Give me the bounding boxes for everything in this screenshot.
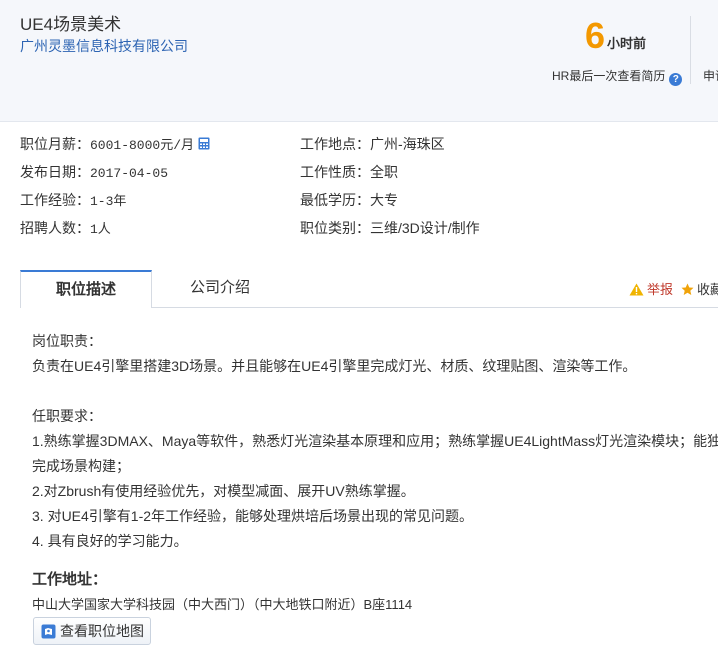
job-nature-value: 全职 bbox=[370, 164, 398, 180]
location-label: 工作地点： bbox=[300, 136, 370, 152]
hr-view-desc-text: HR最后一次查看简历 bbox=[552, 69, 666, 83]
company-link[interactable]: 广州灵墨信息科技有限公司 bbox=[20, 36, 188, 56]
header-divider bbox=[690, 16, 691, 84]
category-row: 职位类别：三维/3D设计/制作 bbox=[300, 218, 480, 238]
view-map-label: 查看职位地图 bbox=[60, 623, 144, 639]
calculator-icon[interactable] bbox=[198, 137, 210, 150]
apply-button[interactable]: 申请 bbox=[703, 67, 718, 84]
job-title: UE4场景美术 bbox=[20, 15, 122, 34]
report-label: 举报 bbox=[647, 282, 674, 297]
job-nature-label: 工作性质： bbox=[300, 164, 370, 180]
education-value: 大专 bbox=[370, 192, 398, 208]
help-icon[interactable]: ? bbox=[669, 73, 683, 86]
headcount-label: 招聘人数： bbox=[20, 220, 90, 236]
duty-line: 负责在UE4引擎里搭建3D场景。并且能够在UE4引擎里完成灯光、材质、纹理贴图、… bbox=[32, 358, 637, 374]
requirement-1a: 1.熟练掌握3DMAX、Maya等软件，熟悉灯光渲染基本原理和应用；熟练掌握UE… bbox=[32, 433, 718, 449]
duty-title: 岗位职责： bbox=[32, 333, 102, 349]
publish-date-value: 2017-04-05 bbox=[90, 166, 169, 181]
requirement-2: 2.对Zbrush有使用经验优先，对模型减面、展开UV熟练掌握。 bbox=[32, 483, 415, 499]
requirement-title: 任职要求： bbox=[32, 408, 102, 424]
location-value[interactable]: 广州-海珠区 bbox=[370, 136, 445, 152]
requirement-1b: 完成场景构建； bbox=[32, 458, 130, 474]
education-row: 最低学历：大专 bbox=[300, 190, 398, 210]
experience-row: 工作经验：1-3年 bbox=[20, 190, 126, 210]
tab-job-description[interactable]: 职位描述 bbox=[20, 270, 152, 308]
salary-label: 职位月薪： bbox=[20, 136, 90, 152]
education-label: 最低学历： bbox=[300, 192, 370, 208]
experience-value: 1-3年 bbox=[90, 194, 127, 209]
star-icon bbox=[681, 283, 694, 295]
hr-hours-number: 6 bbox=[584, 15, 605, 56]
map-icon bbox=[41, 624, 56, 639]
collect-link[interactable]: 收藏 bbox=[681, 279, 718, 298]
salary-value: 6001-8000元/月 bbox=[90, 138, 195, 153]
salary-row: 职位月薪：6001-8000元/月 bbox=[20, 134, 210, 154]
hr-view-time: 6 小时前 bbox=[548, 14, 683, 58]
experience-label: 工作经验： bbox=[20, 192, 90, 208]
category-value[interactable]: 三维/3D设计/制作 bbox=[370, 220, 480, 236]
work-address-title: 工作地址： bbox=[32, 571, 108, 588]
hr-hours-unit: 小时前 bbox=[607, 36, 647, 51]
category-label: 职位类别： bbox=[300, 220, 370, 236]
publish-date-row: 发布日期：2017-04-05 bbox=[20, 162, 168, 182]
work-address: 中山大学国家大学科技园（中大西门）（中大地铁口附近）B座1114 bbox=[32, 597, 413, 612]
headcount-value: 1人 bbox=[90, 222, 111, 237]
requirement-4: 4. 具有良好的学习能力。 bbox=[32, 533, 188, 549]
view-map-button[interactable]: 查看职位地图 bbox=[33, 617, 151, 645]
location-row: 工作地点：广州-海珠区 bbox=[300, 134, 445, 154]
job-header: UE4场景美术 广州灵墨信息科技有限公司 6小时前 HR最后一次查看简历? 申请 bbox=[0, 0, 718, 122]
warning-icon bbox=[629, 283, 644, 296]
hr-view-desc: HR最后一次查看简历? bbox=[552, 67, 683, 86]
collect-label: 收藏 bbox=[697, 282, 718, 297]
requirement-3: 3. 对UE4引擎有1-2年工作经验，能够处理烘培后场景出现的常见问题。 bbox=[32, 508, 474, 524]
job-nature-row: 工作性质：全职 bbox=[300, 162, 398, 182]
publish-date-label: 发布日期： bbox=[20, 164, 90, 180]
detail-tabs: 职位描述 公司介绍 bbox=[20, 270, 718, 308]
tab-company-intro[interactable]: 公司介绍 bbox=[190, 270, 250, 308]
headcount-row: 招聘人数：1人 bbox=[20, 218, 111, 238]
report-link[interactable]: 举报 bbox=[629, 279, 673, 298]
